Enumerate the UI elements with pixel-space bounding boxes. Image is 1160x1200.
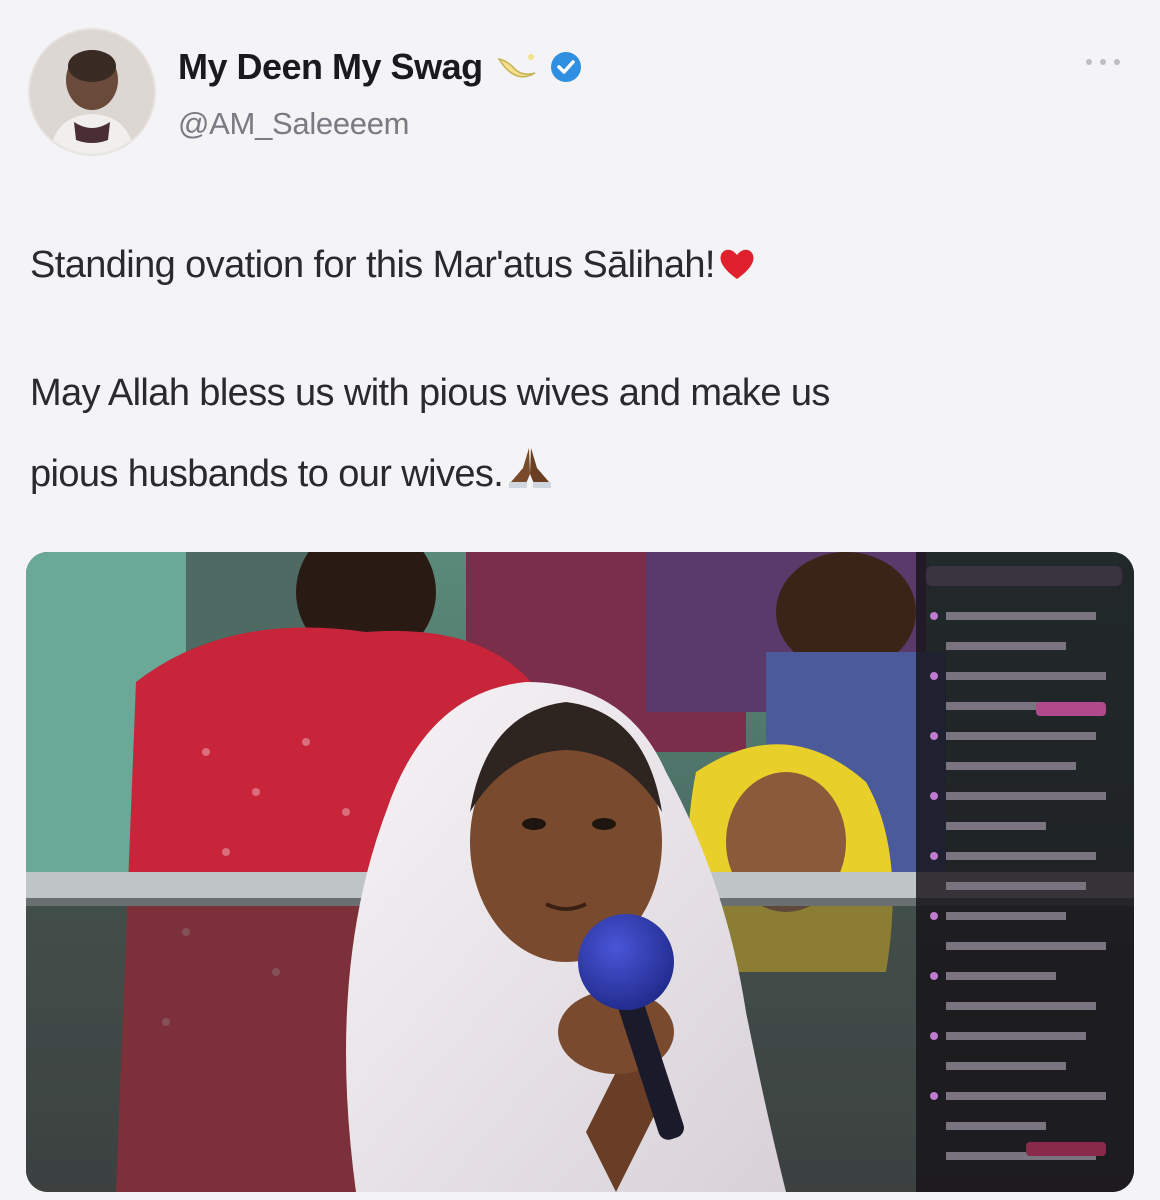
tweet-text-line-2: May Allah bless us with pious wives and … — [30, 372, 830, 414]
tweet-text-line-3: pious husbands to our wives. — [30, 444, 555, 496]
author-display-name[interactable]: My Deen My Swag — [178, 46, 483, 88]
author-name-row: My Deen My Swag — [178, 46, 583, 88]
tweet-text-3: pious husbands to our wives. — [30, 453, 504, 495]
red-heart-icon — [720, 249, 754, 279]
verified-badge-icon — [550, 52, 581, 82]
crescent-moon-icon — [496, 54, 535, 78]
author-avatar[interactable] — [30, 30, 154, 154]
video-frame-image — [26, 552, 1134, 1192]
tweet-text-line-1: Standing ovation for this Mar'atus Sālih… — [30, 244, 757, 287]
tweet-text-1: Standing ovation for this Mar'atus Sālih… — [30, 244, 715, 286]
author-handle[interactable]: @AM_Saleeeem — [178, 106, 410, 142]
avatar-image — [30, 30, 154, 154]
praying-hands-icon — [509, 448, 552, 488]
tweet-video-media[interactable] — [26, 552, 1134, 1192]
more-options-icon[interactable] — [1080, 52, 1126, 72]
